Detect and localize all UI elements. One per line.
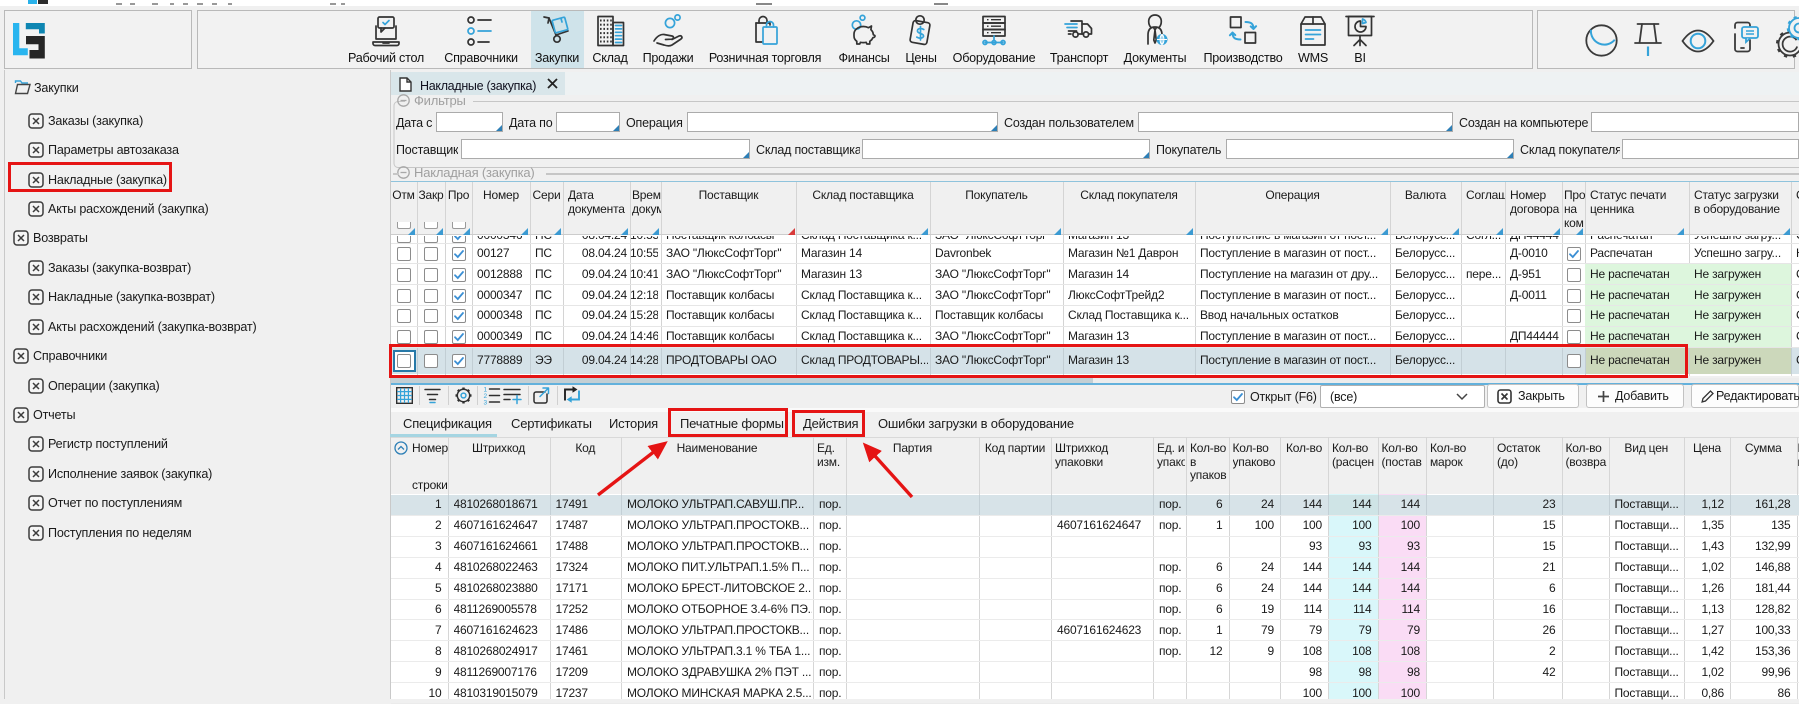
svg-text:3: 3 xyxy=(484,400,488,407)
